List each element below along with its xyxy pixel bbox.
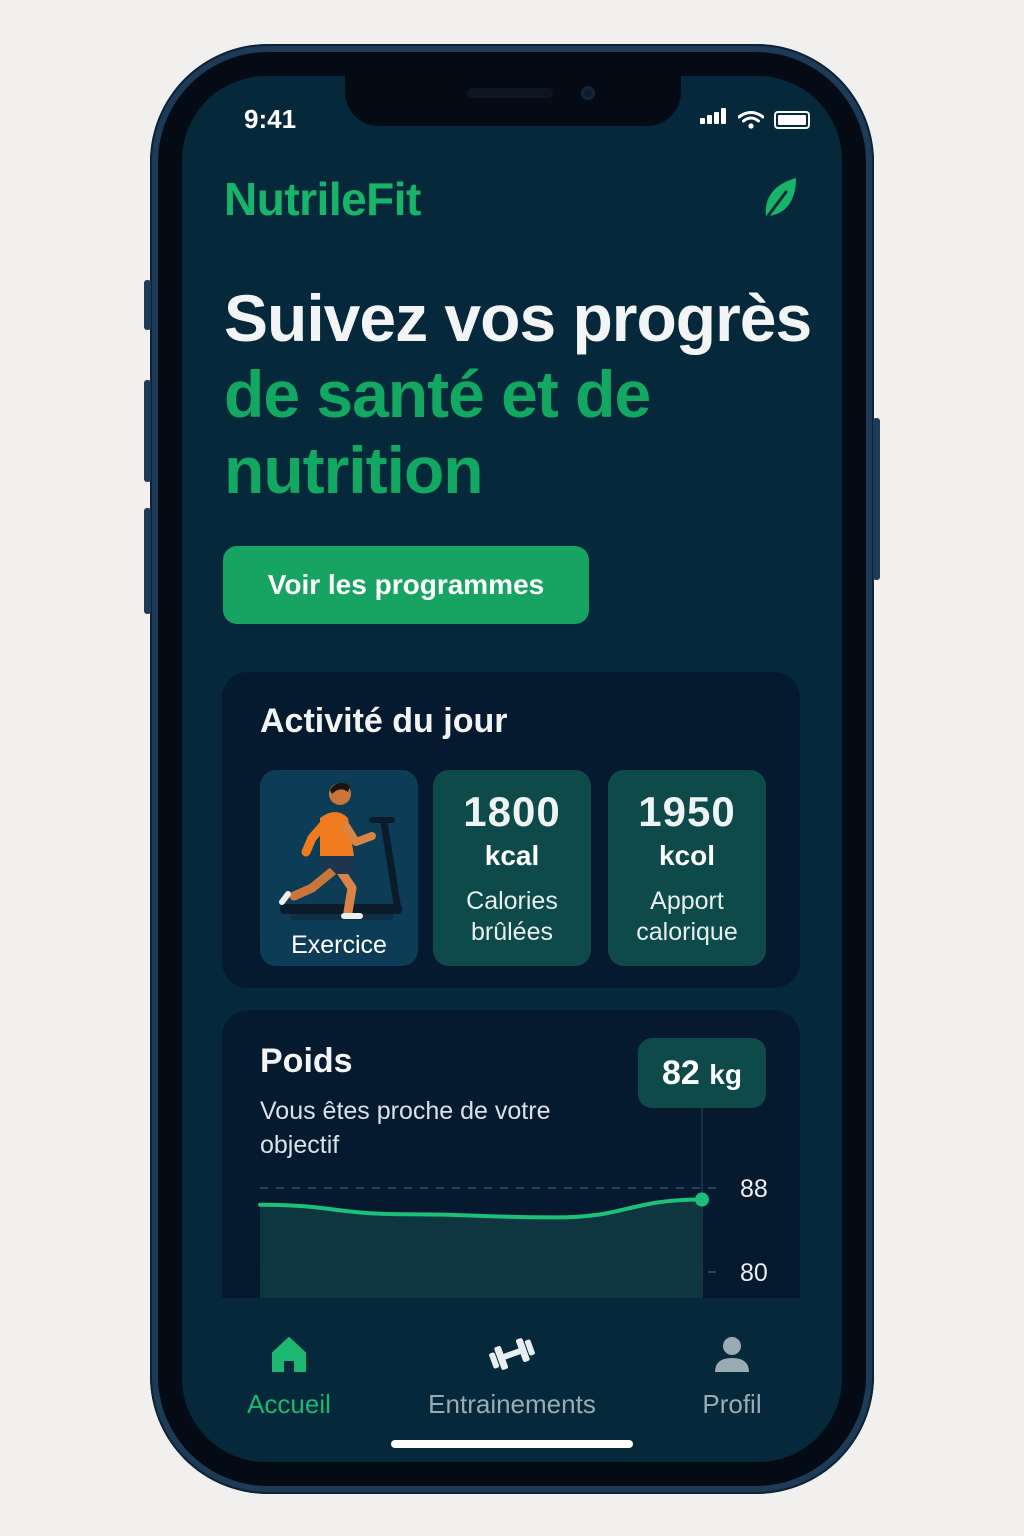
power-button	[873, 418, 880, 580]
hero-line-2: de santé et de	[224, 357, 651, 431]
view-programs-button[interactable]: Voir les programmes	[223, 546, 589, 624]
tab-entrainements[interactable]: Entrainements	[424, 1334, 600, 1420]
mute-switch	[144, 280, 151, 330]
tab-profil[interactable]: Profil	[692, 1334, 772, 1420]
battery-icon	[774, 111, 810, 129]
notch	[345, 76, 681, 126]
calories-burned-value: 1800	[463, 788, 561, 835]
tab-label-accueil: Accueil	[247, 1389, 331, 1419]
hero-line-1: Suivez vos progrès	[224, 281, 812, 355]
dumbbell-icon	[489, 1338, 535, 1370]
calorie-intake-label-line1: Apport	[650, 887, 724, 915]
leaf-icon[interactable]	[762, 176, 798, 220]
calories-burned-label: Calories brûlées	[433, 886, 591, 948]
daily-activity-card: Activité du jour Exercice 1800 kcal Calo…	[222, 672, 800, 988]
y-tick-label: 80	[740, 1259, 768, 1287]
volume-up-button	[144, 380, 151, 482]
exercise-tile[interactable]: Exercice	[260, 770, 418, 966]
status-time: 9:41	[244, 104, 297, 134]
treadmill-runner-illustration	[279, 782, 402, 920]
hero-headline: Suivez vos progrès de santé et de nutrit…	[224, 280, 812, 508]
calories-burned-unit: kcal	[484, 840, 540, 871]
volume-down-button	[144, 508, 151, 614]
tab-label-profil: Profil	[702, 1389, 762, 1419]
calorie-intake-label-line2: calorique	[636, 918, 738, 946]
calories-burned-tile[interactable]: 1800 kcal Calories brûlées	[433, 770, 591, 966]
home-icon	[272, 1337, 306, 1372]
wifi-icon	[738, 111, 764, 129]
hero-line-3: nutrition	[224, 433, 484, 507]
app-logo-text: NutrileFit	[224, 173, 421, 225]
tab-accueil[interactable]: Accueil	[244, 1334, 334, 1420]
calories-burned-label-line2: brûlées	[471, 918, 553, 946]
tab-label-entrainements: Entrainements	[428, 1389, 596, 1419]
calorie-intake-label: Apport calorique	[608, 886, 766, 948]
cellular-signal-icon	[700, 108, 728, 129]
front-camera	[581, 86, 595, 100]
speaker-grille	[467, 88, 553, 98]
calorie-intake-unit: kcol	[658, 840, 716, 871]
app-screen: 9:41 NutrileFit Suivez vos progrès de sa…	[182, 76, 842, 1462]
home-indicator[interactable]	[391, 1440, 633, 1448]
calorie-intake-value: 1950	[638, 788, 736, 835]
weight-current-point	[695, 1192, 709, 1207]
profile-icon	[715, 1337, 749, 1372]
activity-title: Activité du jour	[260, 702, 508, 740]
bottom-tab-bar: Accueil Entrainements Profil	[182, 1298, 842, 1462]
calories-burned-label-line1: Calories	[466, 887, 558, 915]
calorie-intake-tile[interactable]: 1950 kcol Apport calorique	[608, 770, 766, 966]
exercise-label: Exercice	[291, 931, 387, 959]
status-icons	[700, 108, 810, 129]
y-tick-label: 88	[740, 1175, 768, 1203]
